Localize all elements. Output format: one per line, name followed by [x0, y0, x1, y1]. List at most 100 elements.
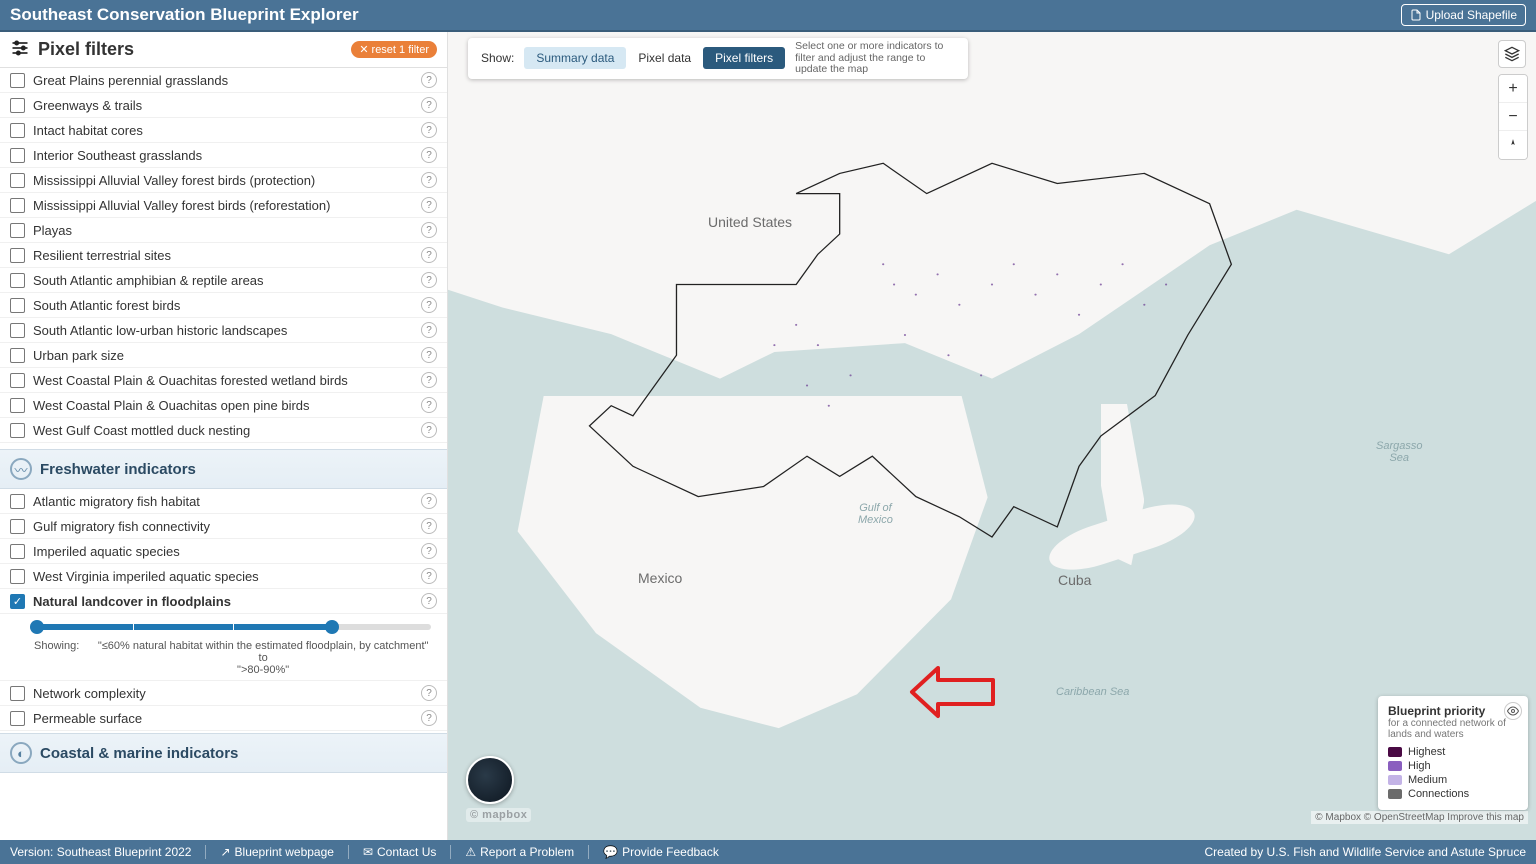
filter-row[interactable]: Interior Southeast grasslands? [0, 143, 447, 168]
reset-filters-button[interactable]: ✕ reset 1 filter [351, 41, 437, 58]
checkbox[interactable] [10, 323, 25, 338]
upload-shapefile-button[interactable]: Upload Shapefile [1401, 4, 1526, 26]
filter-row[interactable]: Permeable surface? [0, 706, 447, 731]
reset-filters-label: reset 1 filter [372, 44, 429, 56]
help-icon[interactable]: ? [421, 593, 437, 609]
compass-button[interactable] [1499, 131, 1527, 159]
checkbox[interactable] [10, 248, 25, 263]
help-icon[interactable]: ? [421, 97, 437, 113]
legend-swatch [1388, 789, 1402, 799]
checkbox[interactable] [10, 223, 25, 238]
legend-visibility-toggle[interactable] [1504, 702, 1522, 720]
filter-row[interactable]: Imperiled aquatic species? [0, 539, 447, 564]
map-canvas[interactable]: United States Mexico Cuba Gulf of Mexico… [448, 32, 1536, 840]
filter-row[interactable]: Resilient terrestrial sites? [0, 243, 447, 268]
footer-link-blueprint[interactable]: ↗ Blueprint webpage [220, 845, 348, 859]
footer-link-contact[interactable]: ✉ Contact Us [363, 845, 451, 859]
filter-row[interactable]: West Coastal Plain & Ouachitas forested … [0, 368, 447, 393]
filter-row[interactable]: Playas? [0, 218, 447, 243]
help-icon[interactable]: ? [421, 297, 437, 313]
footer-link-report[interactable]: ⚠ Report a Problem [465, 845, 589, 859]
help-icon[interactable]: ? [421, 172, 437, 188]
checkbox[interactable] [10, 569, 25, 584]
section-freshwater[interactable]: 〰 Freshwater indicators [0, 449, 447, 489]
slider-handle-max[interactable] [325, 620, 339, 634]
filter-row[interactable]: South Atlantic amphibian & reptile areas… [0, 268, 447, 293]
checkbox[interactable] [10, 173, 25, 188]
checkbox[interactable] [10, 123, 25, 138]
checkbox[interactable] [10, 398, 25, 413]
section-coastal[interactable]: ◐ Coastal & marine indicators [0, 733, 447, 773]
sidebar-header: Pixel filters ✕ reset 1 filter [0, 32, 447, 68]
filter-row[interactable]: Mississippi Alluvial Valley forest birds… [0, 193, 447, 218]
layers-button[interactable] [1498, 40, 1526, 68]
help-icon[interactable]: ? [421, 685, 437, 701]
help-icon[interactable]: ? [421, 197, 437, 213]
checkbox[interactable]: ✓ [10, 594, 25, 609]
slider-handle-min[interactable] [30, 620, 44, 634]
filter-label: Mississippi Alluvial Valley forest birds… [33, 198, 413, 213]
zoom-in-button[interactable]: + [1499, 75, 1527, 103]
showing-description: "≤60% natural habitat within the estimat… [95, 640, 431, 676]
help-icon[interactable]: ? [421, 397, 437, 413]
checkbox[interactable] [10, 519, 25, 534]
filter-row[interactable]: Atlantic migratory fish habitat? [0, 489, 447, 514]
help-icon[interactable]: ? [421, 568, 437, 584]
tab-pixel-filters[interactable]: Pixel filters [703, 47, 785, 69]
filter-row[interactable]: Urban park size? [0, 343, 447, 368]
basemap-switcher[interactable] [466, 756, 514, 804]
help-icon[interactable]: ? [421, 72, 437, 88]
filter-row[interactable]: Greenways & trails? [0, 93, 447, 118]
range-slider[interactable] [34, 624, 431, 630]
help-icon[interactable]: ? [421, 147, 437, 163]
filter-row[interactable]: West Coastal Plain & Ouachitas open pine… [0, 393, 447, 418]
help-icon[interactable]: ? [421, 372, 437, 388]
checkbox[interactable] [10, 494, 25, 509]
help-icon[interactable]: ? [421, 543, 437, 559]
filter-row[interactable]: Great Plains perennial grasslands? [0, 68, 447, 93]
checkbox[interactable] [10, 711, 25, 726]
checkbox[interactable] [10, 686, 25, 701]
zoom-out-button[interactable]: − [1499, 103, 1527, 131]
help-icon[interactable]: ? [421, 272, 437, 288]
checkbox[interactable] [10, 98, 25, 113]
checkbox[interactable] [10, 348, 25, 363]
slider-panel: Showing: "≤60% natural habitat within th… [0, 614, 447, 681]
checkbox[interactable] [10, 298, 25, 313]
filter-row[interactable]: Mississippi Alluvial Valley forest birds… [0, 168, 447, 193]
help-icon[interactable]: ? [421, 222, 437, 238]
filter-row[interactable]: ✓Natural landcover in floodplains? [0, 589, 447, 614]
filter-row[interactable]: Gulf migratory fish connectivity? [0, 514, 447, 539]
filter-row[interactable]: Network complexity? [0, 681, 447, 706]
tab-summary-data[interactable]: Summary data [524, 47, 626, 69]
filter-row[interactable]: South Atlantic forest birds? [0, 293, 447, 318]
filter-row[interactable]: South Atlantic low-urban historic landsc… [0, 318, 447, 343]
checkbox[interactable] [10, 544, 25, 559]
checkbox[interactable] [10, 273, 25, 288]
help-icon[interactable]: ? [421, 122, 437, 138]
map-attribution[interactable]: © Mapbox © OpenStreetMap Improve this ma… [1311, 811, 1528, 824]
sidebar-scroll[interactable]: Great Plains perennial grasslands?Greenw… [0, 68, 447, 840]
help-icon[interactable]: ? [421, 247, 437, 263]
app-header: Southeast Conservation Blueprint Explore… [0, 0, 1536, 32]
help-icon[interactable]: ? [421, 518, 437, 534]
checkbox[interactable] [10, 198, 25, 213]
checkbox[interactable] [10, 373, 25, 388]
legend-row: Connections [1388, 788, 1518, 800]
footer-link-feedback[interactable]: 💬 Provide Feedback [603, 845, 733, 859]
help-icon[interactable]: ? [421, 710, 437, 726]
help-icon[interactable]: ? [421, 493, 437, 509]
filter-label: West Coastal Plain & Ouachitas open pine… [33, 398, 413, 413]
checkbox[interactable] [10, 148, 25, 163]
help-icon[interactable]: ? [421, 322, 437, 338]
filter-row[interactable]: West Virginia imperiled aquatic species? [0, 564, 447, 589]
mapbox-logo: © mapbox [466, 808, 531, 822]
filter-row[interactable]: Intact habitat cores? [0, 118, 447, 143]
checkbox[interactable] [10, 423, 25, 438]
filter-row[interactable]: West Gulf Coast mottled duck nesting? [0, 418, 447, 443]
tab-pixel-data[interactable]: Pixel data [626, 47, 703, 69]
help-icon[interactable]: ? [421, 347, 437, 363]
checkbox[interactable] [10, 73, 25, 88]
help-icon[interactable]: ? [421, 422, 437, 438]
filter-label: Intact habitat cores [33, 123, 413, 138]
